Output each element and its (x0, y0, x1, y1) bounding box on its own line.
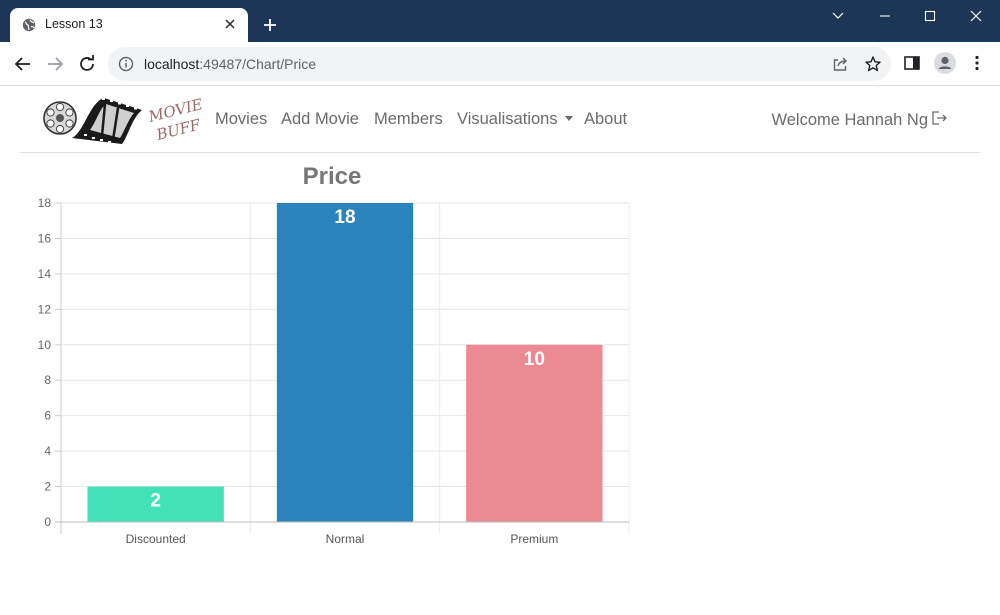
y-tick-label: 12 (38, 302, 52, 316)
share-icon[interactable] (831, 55, 849, 73)
y-tick-label: 2 (44, 480, 51, 494)
y-tick-label: 6 (44, 409, 51, 423)
data-label: 10 (524, 349, 545, 370)
forward-arrow-icon[interactable] (43, 52, 67, 76)
tab-title: Lesson 13 (45, 17, 103, 31)
nav-movies[interactable]: Movies (215, 110, 267, 129)
caret-down-icon (564, 116, 573, 121)
site-navbar: MOVIE BUFF Movies Add Movie Members Visu… (20, 86, 980, 153)
url-path: :49487/Chart/Price (199, 56, 316, 72)
price-bar-chart: Price 0 2 4 6 8 10 12 14 16 18 2 Discounted 18 Normal… (38, 163, 630, 546)
nav-about[interactable]: About (584, 110, 627, 129)
nav-visualisations-label: Visualisations (457, 110, 558, 128)
profile-avatar-icon[interactable] (933, 51, 957, 75)
x-tick-label: Premium (510, 532, 558, 546)
y-tick-label: 8 (44, 373, 51, 387)
y-tick-label: 0 (44, 515, 51, 529)
x-tick-label: Discounted (126, 532, 186, 546)
tab-search-chevron-icon[interactable] (823, 5, 853, 27)
y-tick-label: 10 (38, 338, 52, 352)
logout-icon[interactable] (930, 110, 948, 126)
welcome-user-link[interactable]: Welcome Hannah Ng (771, 110, 948, 130)
y-tick-label: 14 (38, 267, 52, 281)
menu-dots-icon[interactable] (967, 53, 987, 73)
movie-buff-logo[interactable]: MOVIE BUFF (42, 92, 212, 146)
y-tick-label: 18 (38, 196, 52, 210)
reload-icon[interactable] (75, 52, 99, 76)
back-arrow-icon[interactable] (11, 52, 35, 76)
nav-add-movie[interactable]: Add Movie (281, 110, 359, 129)
bar-normal (276, 203, 414, 522)
minimize-icon[interactable] (870, 5, 900, 27)
address-bar[interactable]: localhost:49487/Chart/Price (108, 47, 891, 81)
film-strip-icon (72, 98, 142, 144)
data-label: 18 (334, 207, 355, 228)
close-tab-icon[interactable] (223, 17, 237, 31)
maximize-icon[interactable] (915, 5, 945, 27)
browser-title-bar: Lesson 13 (0, 0, 1000, 42)
y-tick-label: 16 (38, 231, 52, 245)
data-label: 2 (150, 491, 161, 512)
close-window-icon[interactable] (961, 5, 991, 27)
browser-toolbar: localhost:49487/Chart/Price (0, 42, 1000, 86)
side-panel-icon[interactable] (902, 53, 922, 73)
url-host: localhost (144, 56, 200, 72)
bookmark-star-icon[interactable] (864, 55, 882, 73)
url-text[interactable]: localhost:49487/Chart/Price (144, 56, 316, 72)
site-info-icon[interactable] (118, 56, 134, 72)
nav-members[interactable]: Members (374, 110, 443, 129)
browser-tab[interactable]: Lesson 13 (10, 8, 248, 42)
new-tab-icon[interactable] (260, 15, 280, 35)
bar-premium (466, 344, 603, 522)
nav-visualisations-dropdown[interactable]: Visualisations (457, 110, 573, 129)
y-tick-label: 4 (44, 444, 51, 458)
chart-title: Price (303, 163, 362, 190)
welcome-text: Welcome Hannah Ng (771, 111, 928, 129)
globe-icon (22, 18, 36, 32)
film-reel-icon (43, 101, 77, 135)
x-tick-label: Normal (326, 532, 365, 546)
